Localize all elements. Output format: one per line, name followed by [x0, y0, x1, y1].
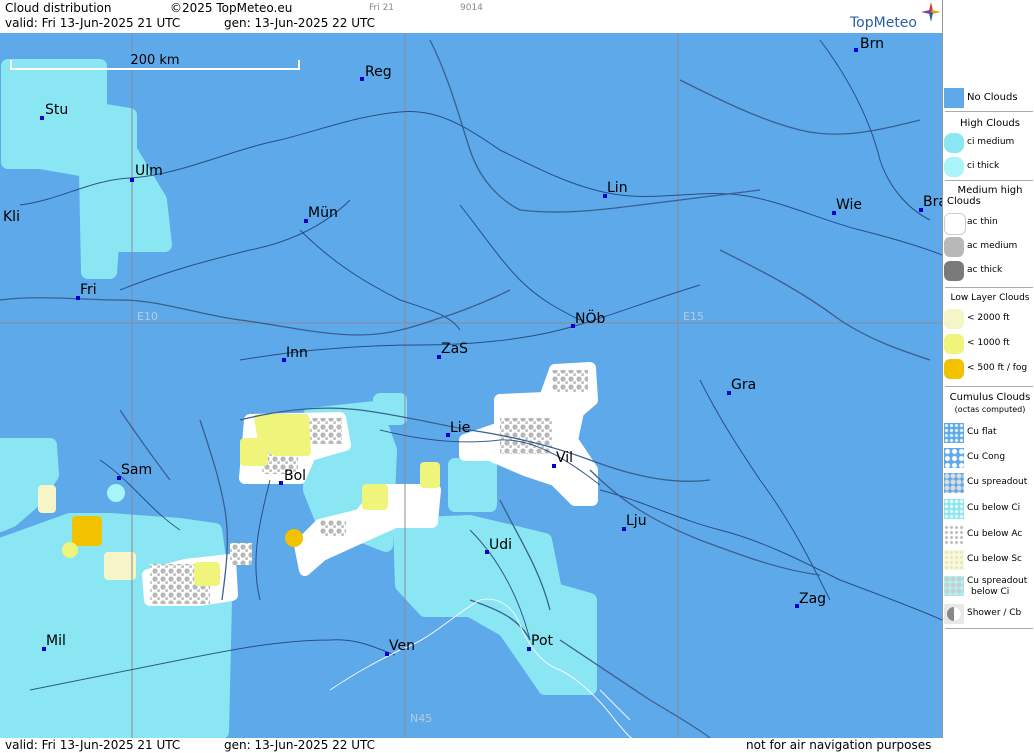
low-clouds-title: Low Layer Clouds: [950, 293, 1030, 303]
ac-medium-swatch: [944, 237, 964, 257]
city-wie: Wie: [832, 197, 862, 215]
city-vil: Vil: [552, 450, 573, 468]
svg-text:Vil: Vil: [556, 450, 573, 466]
svg-text:Lie: Lie: [450, 420, 470, 436]
copyright: ©2025 TopMeteo.eu: [170, 1, 293, 15]
city-pot: Pot: [527, 633, 554, 651]
ci-thick-swatch: [944, 157, 964, 177]
grid-label-e10: E10: [137, 310, 158, 323]
footer-generated-time: gen: 13-Jun-2025 22 UTC: [224, 738, 376, 752]
svg-text:Mün: Mün: [308, 205, 338, 221]
svg-text:Kli: Kli: [3, 209, 20, 225]
cu-cong-swatch: [944, 448, 964, 468]
city-zas: ZaS: [437, 341, 468, 359]
medium-clouds-title: Medium high Clouds: [947, 185, 1023, 207]
image-code: 9014: [460, 3, 483, 13]
generated-time: gen: 13-Jun-2025 22 UTC: [224, 16, 376, 30]
map-title: Cloud distribution: [5, 1, 112, 15]
city-stu: Stu: [40, 102, 68, 120]
city-zag: Zag: [795, 591, 826, 608]
ac-thick-swatch: [944, 261, 964, 281]
svg-text:Lju: Lju: [626, 513, 647, 529]
cu-below-ci-swatch: [944, 499, 964, 519]
ci-medium-swatch: [944, 133, 964, 153]
low-1000-swatch: [944, 334, 964, 354]
city-inn: Inn: [282, 345, 308, 362]
grid-label-n45: N45: [410, 712, 432, 725]
svg-text:Brn: Brn: [860, 36, 884, 52]
svg-text:Reg: Reg: [365, 64, 392, 80]
city-ven: Ven: [385, 638, 415, 656]
city-mil: Mil: [42, 633, 66, 651]
cu-below-ac-swatch: [944, 525, 964, 545]
cu-flat-swatch: [944, 423, 964, 443]
header-bar: Cloud distribution ©2025 TopMeteo.eu Fri…: [0, 0, 942, 33]
svg-text:Bra: Bra: [923, 194, 942, 210]
svg-text:Gra: Gra: [731, 377, 756, 393]
city-sam: Sam: [117, 462, 152, 480]
valid-time: valid: Fri 13-Jun-2025 21 UTC: [5, 16, 181, 30]
city-mun: Mün: [304, 205, 338, 223]
ac-thin-swatch: [944, 213, 966, 235]
cu-spread-ci-swatch: [944, 576, 964, 596]
shower-cb-icon: [944, 604, 964, 624]
svg-text:Ven: Ven: [389, 638, 415, 654]
svg-text:Bol: Bol: [284, 468, 306, 484]
city-gra: Gra: [727, 377, 756, 395]
svg-text:Pot: Pot: [531, 633, 554, 649]
city-bol: Bol: [279, 468, 306, 485]
day-code: Fri 21: [369, 3, 395, 13]
cu-below-sc-swatch: [944, 550, 964, 570]
city-lin: Lin: [603, 180, 628, 198]
svg-text:Inn: Inn: [286, 345, 308, 361]
city-reg: Reg: [360, 64, 392, 81]
svg-text:Zag: Zag: [799, 591, 826, 607]
city-bra: Bra: [919, 194, 942, 212]
svg-text:Stu: Stu: [45, 102, 68, 118]
compass-rose-icon: [921, 2, 941, 22]
cumulus-subtitle: (octas computed): [954, 405, 1026, 414]
scale-label: 200 km: [130, 53, 179, 68]
svg-text:Sam: Sam: [121, 462, 152, 478]
cu-spread-swatch: [944, 473, 964, 493]
svg-text:NÖb: NÖb: [575, 309, 605, 327]
high-clouds-title: High Clouds: [960, 118, 1020, 129]
svg-text:Udi: Udi: [489, 537, 512, 553]
city-udi: Udi: [485, 537, 512, 554]
grid-label-e15: E15: [683, 310, 704, 323]
city-nob: NÖb: [571, 309, 605, 328]
svg-text:Lin: Lin: [607, 180, 628, 196]
cumulus-title: Cumulus Clouds: [949, 392, 1031, 403]
low-500-swatch: [944, 359, 964, 379]
city-lie: Lie: [446, 420, 470, 437]
svg-text:Fri: Fri: [80, 282, 97, 298]
svg-text:ZaS: ZaS: [441, 341, 468, 357]
svg-text:Wie: Wie: [836, 197, 862, 213]
footer-bar: valid: Fri 13-Jun-2025 21 UTC gen: 13-Ju…: [0, 738, 1034, 753]
city-kli: Kli: [3, 209, 20, 225]
city-fri: Fri: [76, 282, 97, 300]
cloud-map[interactable]: E10 E15 N45 200 km Brn Reg Stu Ulm Lin K…: [0, 33, 942, 738]
city-lju: Lju: [622, 513, 647, 531]
svg-text:Mil: Mil: [46, 633, 66, 649]
svg-text:Ulm: Ulm: [135, 163, 163, 179]
low-2000-swatch: [944, 309, 964, 329]
legend-panel: No Clouds High Clouds ci medium ci thick…: [942, 0, 1034, 738]
no-clouds-swatch: [944, 88, 964, 108]
disclaimer: not for air navigation purposes: [746, 738, 932, 752]
topmeteo-logo: TopMeteo: [850, 15, 917, 31]
footer-valid-time: valid: Fri 13-Jun-2025 21 UTC: [5, 738, 181, 752]
